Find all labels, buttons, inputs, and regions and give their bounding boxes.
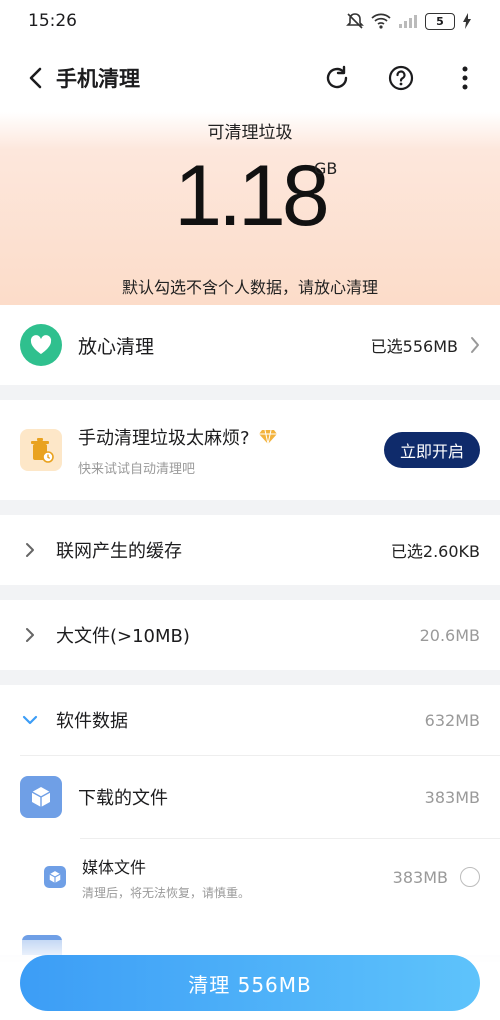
- promo-title-row: 手动清理垃圾太麻烦?: [78, 424, 278, 450]
- downloaded-files-label: 下载的文件: [78, 788, 168, 809]
- chevron-right-icon: [20, 542, 40, 558]
- large-files-value: 20.6MB: [419, 625, 480, 645]
- chevron-right-icon: [471, 337, 479, 353]
- refresh-icon: [326, 65, 348, 89]
- status-bar: 15:26 5: [0, 0, 500, 42]
- back-icon: [29, 67, 42, 89]
- safe-clean-title: 放心清理: [78, 335, 155, 358]
- box-icon: [44, 866, 66, 888]
- network-cache-label: 联网产生的缓存: [56, 541, 182, 562]
- media-files-value: 383MB: [392, 867, 448, 887]
- refresh-button[interactable]: [320, 61, 354, 95]
- junk-note: 默认勾选不含个人数据，请放心清理: [121, 278, 378, 297]
- battery-icon: 5: [425, 12, 455, 30]
- junk-size: 1.18 GB: [0, 149, 500, 243]
- promo-title: 手动清理垃圾太麻烦?: [78, 427, 250, 449]
- junk-size-unit: GB: [314, 159, 338, 178]
- status-icons: 5: [346, 12, 472, 30]
- promo-text: 手动清理垃圾太麻烦? 快来试试自动清理吧: [78, 424, 278, 477]
- media-files-label: 媒体文件: [82, 857, 147, 877]
- diamond-icon: [258, 429, 277, 444]
- media-files-checkbox[interactable]: [460, 867, 480, 887]
- trash-icon: [20, 429, 62, 471]
- more-button[interactable]: [448, 61, 482, 95]
- title-actions: [320, 61, 482, 95]
- enable-now-button[interactable]: 立即开启: [383, 432, 480, 468]
- chevron-down-icon: [20, 715, 40, 725]
- large-files-label: 大文件(>10MB): [56, 626, 190, 647]
- heart-icon: [20, 324, 62, 366]
- junk-summary: 可清理垃圾 1.18 GB 默认勾选不含个人数据，请放心清理: [0, 118, 500, 297]
- page-title: 手机清理: [56, 67, 140, 91]
- network-cache-value: 已选2.60KB: [390, 542, 480, 561]
- media-files-warning: 清理后，将无法恢复，请慎重。: [82, 885, 251, 900]
- clean-button[interactable]: 清理 556MB: [20, 955, 480, 1011]
- downloaded-files-row[interactable]: 下载的文件 383MB: [0, 756, 500, 838]
- large-files-row[interactable]: 大文件(>10MB) 20.6MB: [0, 600, 500, 670]
- software-data-value: 632MB: [424, 710, 480, 730]
- wifi-icon: [371, 13, 391, 29]
- software-data-section: 软件数据 632MB 下载的文件 383MB 媒体文件 清理后，将无法恢复，请慎…: [0, 685, 500, 955]
- chevron-right-icon: [20, 627, 40, 643]
- status-time: 15:26: [28, 11, 77, 31]
- media-files-row[interactable]: 媒体文件 清理后，将无法恢复，请慎重。 383MB: [0, 839, 500, 915]
- junk-label: 可清理垃圾: [207, 123, 293, 143]
- help-icon: [388, 65, 414, 91]
- network-cache-row[interactable]: 联网产生的缓存 已选2.60KB: [0, 515, 500, 585]
- mute-icon: [346, 13, 364, 29]
- junk-size-value: 1.18: [174, 148, 329, 244]
- auto-clean-promo: 手动清理垃圾太麻烦? 快来试试自动清理吧 立即开启: [0, 400, 500, 500]
- promo-subtitle: 快来试试自动清理吧: [78, 461, 196, 477]
- safe-clean-value: 已选556MB: [370, 337, 458, 356]
- help-button[interactable]: [384, 61, 418, 95]
- downloaded-files-value: 383MB: [424, 787, 480, 807]
- title-bar: 手机清理: [0, 48, 500, 108]
- signal-icon: [399, 15, 417, 28]
- software-data-label: 软件数据: [56, 711, 128, 732]
- charging-icon: [463, 13, 471, 29]
- software-data-header[interactable]: 软件数据 632MB: [0, 685, 500, 755]
- media-files-text: 媒体文件 清理后，将无法恢复，请慎重。: [82, 854, 250, 901]
- back-button[interactable]: [18, 60, 54, 96]
- more-icon: [462, 66, 468, 90]
- safe-clean-card[interactable]: 放心清理 已选556MB: [0, 305, 500, 385]
- box-icon: [20, 776, 62, 818]
